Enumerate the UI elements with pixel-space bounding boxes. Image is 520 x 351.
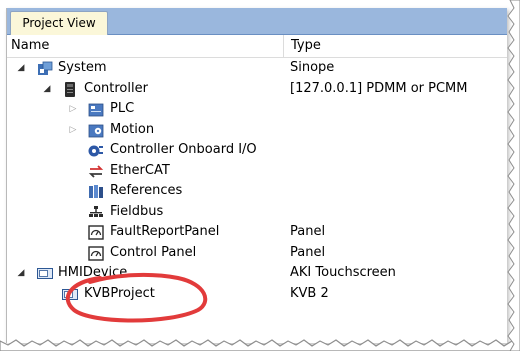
tree-label-control-panel: Control Panel — [110, 244, 197, 260]
tree-row-control-panel[interactable]: Control Panel Panel — [7, 243, 507, 264]
controller-icon — [65, 81, 75, 97]
collapse-arrow-icon[interactable]: ◢ — [15, 58, 27, 79]
ethercat-icon — [88, 164, 104, 178]
system-icon — [38, 61, 53, 75]
tree-type-control-panel: Panel — [290, 244, 326, 260]
tree-label-system: System — [58, 60, 107, 75]
column-header-type[interactable]: Type — [291, 35, 501, 57]
tree-label-references: References — [110, 183, 183, 198]
tree-row-references[interactable]: References — [7, 181, 507, 202]
references-icon — [89, 185, 103, 198]
tree-label-onboard-io: Controller Onboard I/O — [110, 142, 257, 157]
torn-edge-right — [507, 0, 520, 351]
expand-arrow-icon[interactable]: ▷ — [67, 120, 79, 141]
tree-type-fault-report-panel: Panel — [290, 224, 326, 239]
onboard-io-icon — [88, 145, 103, 157]
panel-icon — [88, 225, 104, 240]
tree-row-controller[interactable]: ◢ Controller [127.0.0.1] PDMM or PCMM — [7, 79, 507, 100]
tree-type-system: Sinope — [290, 60, 335, 75]
tree-type-kvb-project: KVB 2 — [290, 285, 329, 301]
tab-project-view[interactable]: Project View — [10, 11, 108, 35]
tree-row-motion[interactable]: ▷ Motion — [7, 120, 507, 141]
torn-edge-bottom — [0, 339, 520, 351]
plc-icon — [88, 103, 104, 117]
tree-row-fieldbus[interactable]: Fieldbus — [7, 202, 507, 223]
tree-row-fault-report-panel[interactable]: FaultReportPanel Panel — [7, 222, 507, 243]
tree-row-ethercat[interactable]: EtherCAT — [7, 161, 507, 182]
collapse-arrow-icon[interactable]: ◢ — [41, 79, 53, 100]
expand-arrow-icon[interactable]: ▷ — [67, 99, 79, 120]
tree-label-ethercat: EtherCAT — [110, 162, 170, 178]
fieldbus-icon — [89, 205, 103, 217]
tree-row-plc[interactable]: ▷ PLC — [7, 99, 507, 120]
tree-type-hmi-device: AKI Touchscreen — [290, 265, 396, 280]
tree-label-fault-report-panel: FaultReportPanel — [110, 224, 220, 239]
collapse-arrow-icon[interactable]: ◢ — [15, 263, 27, 284]
tree-label-motion: Motion — [110, 121, 155, 137]
tab-strip: Project View — [7, 8, 507, 35]
tree-row-system[interactable]: ◢ System Sinope — [7, 58, 507, 79]
hmi-device-icon — [37, 268, 53, 279]
tree-label-fieldbus: Fieldbus — [110, 203, 164, 219]
tree-label-plc: PLC — [110, 101, 135, 116]
column-header: Name Type — [7, 35, 507, 58]
panel-icon — [88, 245, 104, 261]
motion-icon — [88, 124, 104, 137]
tree-row-onboard-io[interactable]: Controller Onboard I/O — [7, 140, 507, 161]
annotation-circle — [65, 272, 208, 323]
column-header-name[interactable]: Name — [11, 35, 284, 57]
tree-type-controller: [127.0.0.1] PDMM or PCMM — [290, 80, 468, 96]
tree-label-controller: Controller — [84, 80, 148, 96]
